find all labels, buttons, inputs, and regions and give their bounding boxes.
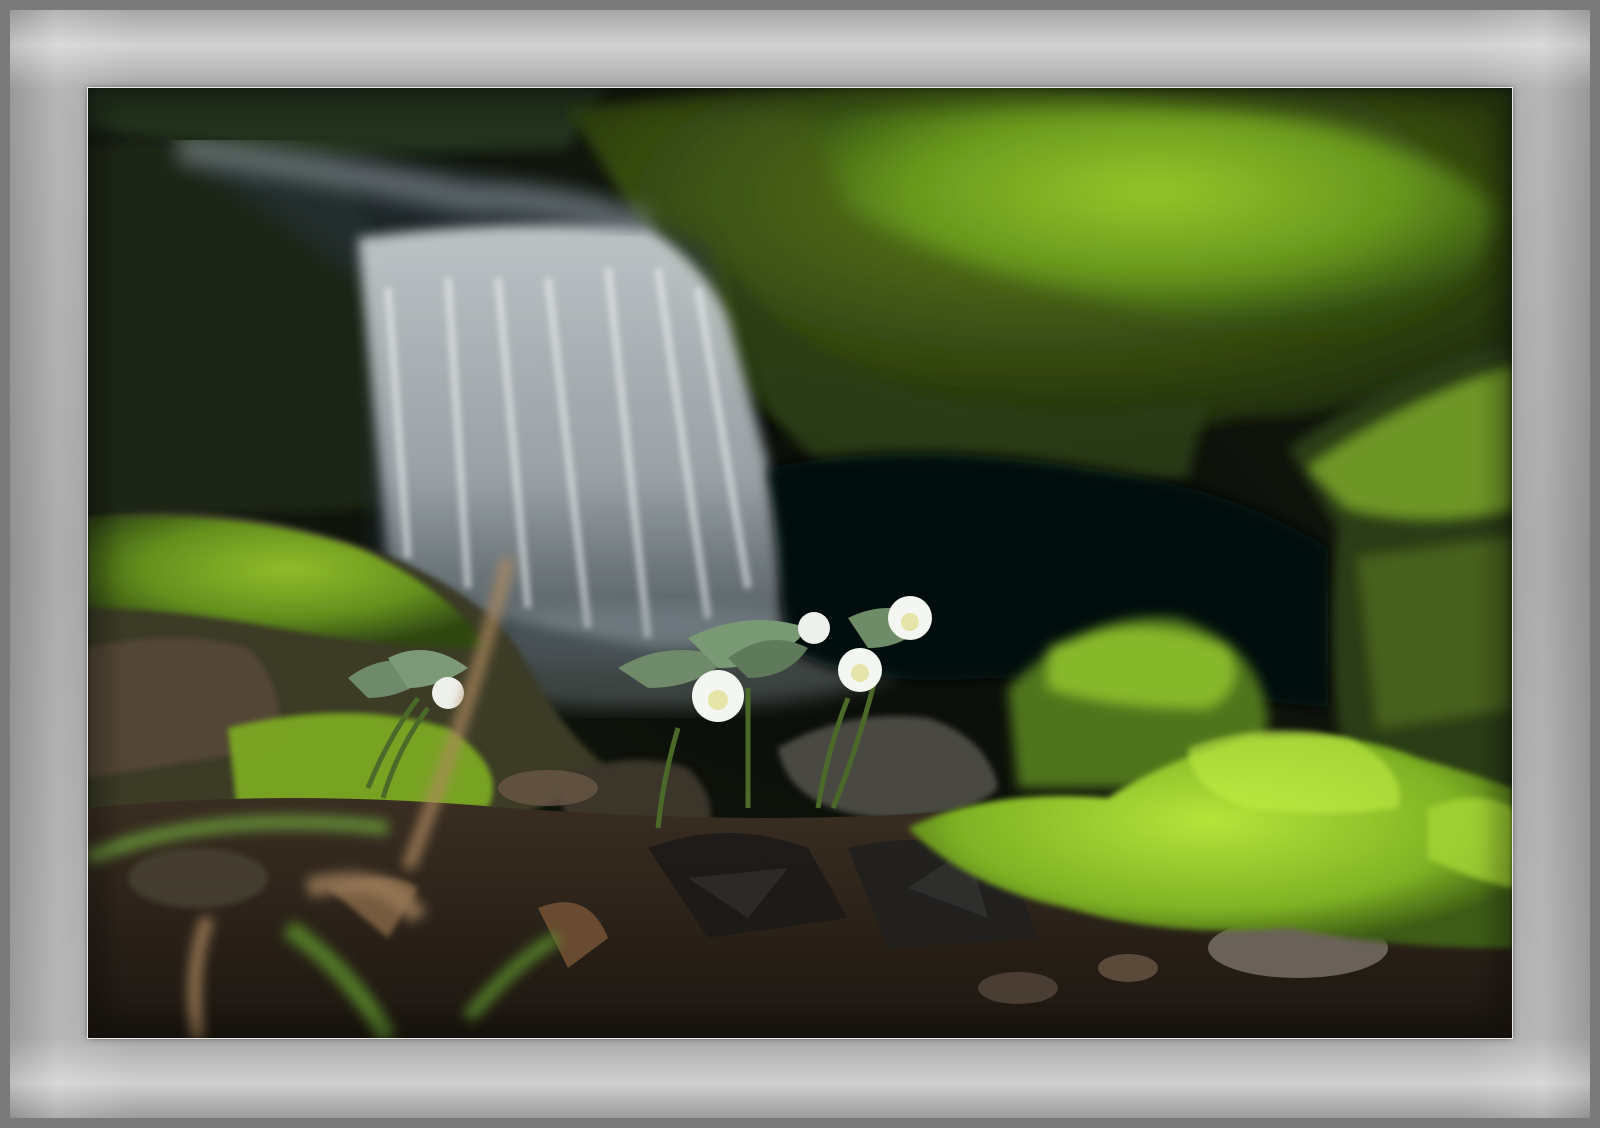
white-flower-icon [888,596,932,640]
photo-scene [88,88,1512,1038]
photo [87,87,1513,1039]
picture-frame [0,0,1600,1128]
white-flower-icon [432,677,464,709]
white-flower-icon [798,612,830,644]
white-flower-icon [838,648,882,692]
white-flower-icon [692,670,744,722]
